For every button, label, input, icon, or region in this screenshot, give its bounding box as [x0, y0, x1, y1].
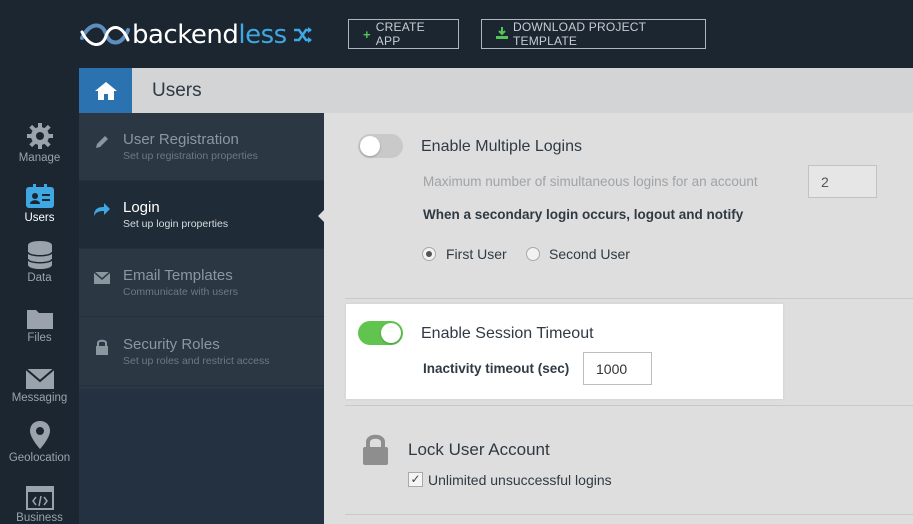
section-divider [345, 514, 913, 515]
nav-geolocation[interactable]: Geolocation [0, 420, 79, 480]
toggle-knob [360, 136, 380, 156]
users-card-icon [0, 180, 79, 210]
unlimited-unsuccessful-logins-checkbox[interactable]: ✓ [408, 472, 423, 487]
logo-wave-icon [80, 23, 130, 46]
lock-icon [362, 433, 389, 470]
page-title: Users [152, 80, 202, 101]
max-simultaneous-logins-input[interactable]: 2 [808, 165, 877, 198]
plus-icon: + [363, 26, 371, 42]
submenu-item-desc: Set up roles and restrict access [123, 355, 270, 367]
nav-manage-label: Manage [18, 152, 61, 164]
logo-text-main: backend [132, 20, 239, 50]
envelope-icon [0, 360, 79, 390]
database-icon [0, 240, 79, 270]
backendless-logo[interactable]: backendless [80, 18, 313, 52]
folder-icon [0, 300, 79, 330]
submenu-item-security-roles[interactable]: Security Roles Set up roles and restrict… [79, 318, 324, 386]
submenu-item-login[interactable]: Login Set up login properties [79, 181, 324, 249]
submenu-item-user-registration[interactable]: User Registration Set up registration pr… [79, 113, 324, 181]
section-divider [345, 405, 913, 406]
map-pin-icon [0, 420, 79, 450]
second-user-label[interactable]: Second User [549, 246, 630, 262]
download-label: DOWNLOAD PROJECT TEMPLATE [513, 20, 646, 48]
home-icon [94, 81, 117, 100]
gear-icon [0, 120, 79, 150]
enable-multiple-logins-label: Enable Multiple Logins [421, 138, 582, 155]
create-app-button[interactable]: + CREATE APP [348, 19, 459, 49]
logo-text-accent: less [238, 20, 287, 50]
lock-user-account-title: Lock User Account [408, 440, 550, 459]
submenu-empty-area [79, 389, 324, 524]
section-divider [345, 298, 913, 299]
inactivity-timeout-input[interactable]: 1000 [583, 352, 652, 385]
inactivity-timeout-label: Inactivity timeout (sec) [423, 361, 570, 376]
secondary-login-label: When a secondary login occurs, logout an… [423, 207, 744, 222]
first-user-label[interactable]: First User [446, 246, 507, 262]
nav-users-label: Users [24, 212, 55, 224]
active-item-pointer [318, 209, 325, 223]
nav-users[interactable]: Users [0, 180, 79, 240]
logo-text: backendless [132, 20, 287, 50]
nav-messaging[interactable]: Messaging [0, 360, 79, 420]
unlimited-unsuccessful-logins-label[interactable]: Unlimited unsuccessful logins [428, 472, 612, 488]
enable-session-timeout-label: Enable Session Timeout [421, 325, 594, 342]
download-project-template-button[interactable]: DOWNLOAD PROJECT TEMPLATE [481, 19, 706, 49]
share-arrow-icon [93, 201, 111, 219]
shuffle-icon [293, 27, 312, 43]
code-icon [0, 480, 79, 510]
nav-files[interactable]: Files [0, 300, 79, 360]
nav-data-label: Data [27, 272, 52, 284]
submenu-item-title: Security Roles [123, 336, 220, 353]
pencil-icon [93, 133, 111, 151]
create-app-label: CREATE APP [375, 20, 425, 48]
nav-messaging-label: Messaging [11, 392, 68, 404]
nav-geolocation-label: Geolocation [8, 452, 71, 464]
nav-manage[interactable]: Manage [0, 120, 79, 180]
submenu-item-desc: Communicate with users [123, 286, 238, 298]
enable-multiple-logins-toggle[interactable] [358, 134, 403, 158]
envelope-icon [93, 269, 111, 287]
submenu-item-email-templates[interactable]: Email Templates Communicate with users [79, 249, 324, 317]
top-bar: backendless + CREATE APP DOWNLOAD PROJEC… [0, 0, 913, 68]
submenu-item-title: User Registration [123, 131, 239, 148]
nav-business-label: Business [16, 512, 63, 524]
max-simultaneous-logins-label: Maximum number of simultaneous logins fo… [423, 174, 758, 189]
left-nav: Manage Users Data Files Messaging Geoloc… [0, 68, 79, 524]
nav-data[interactable]: Data [0, 240, 79, 300]
submenu-item-title: Email Templates [123, 267, 233, 284]
second-user-radio[interactable] [526, 247, 540, 261]
first-user-radio[interactable] [422, 247, 436, 261]
submenu-item-title: Login [123, 199, 160, 216]
submenu-item-desc: Set up registration properties [123, 150, 258, 162]
download-icon [496, 26, 508, 42]
nav-files-label: Files [27, 332, 52, 344]
lock-icon [93, 338, 111, 356]
nav-business[interactable]: Business [0, 480, 79, 524]
enable-session-timeout-toggle[interactable] [358, 321, 403, 345]
submenu-item-desc: Set up login properties [123, 218, 229, 230]
session-timeout-panel [346, 304, 783, 399]
home-button[interactable] [79, 68, 132, 113]
title-bar [79, 68, 913, 113]
toggle-knob [381, 323, 401, 343]
